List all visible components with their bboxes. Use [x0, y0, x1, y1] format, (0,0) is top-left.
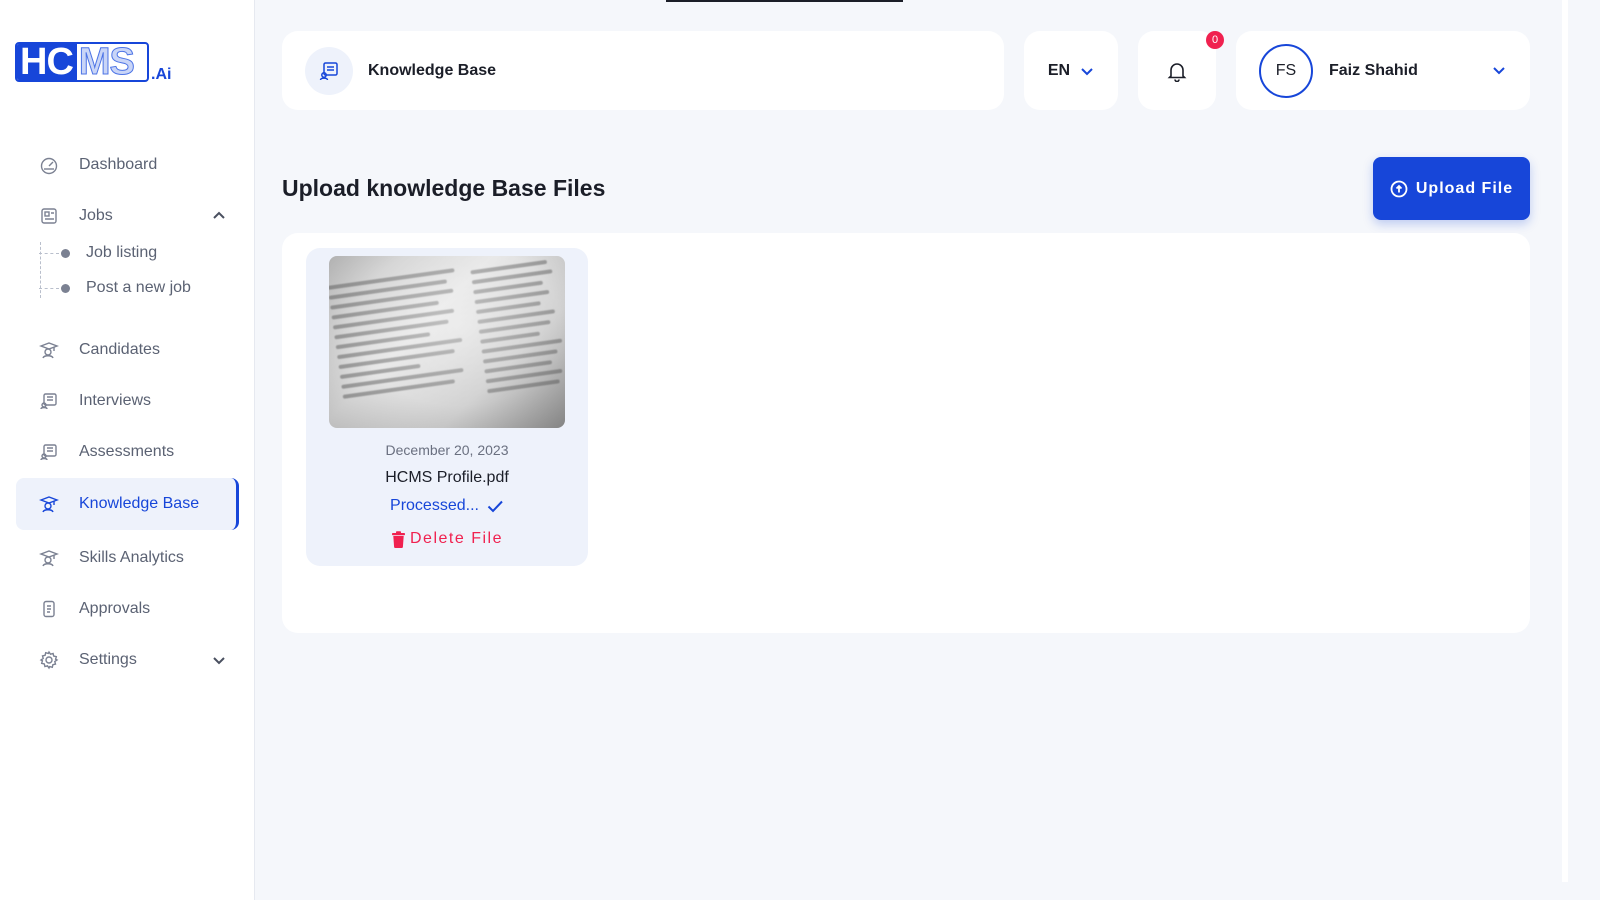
notifications-button[interactable]	[1138, 31, 1216, 110]
avatar: FS	[1259, 43, 1313, 98]
sidebar: HC MS .Ai Dashboard Jobs Job listing Pos…	[0, 0, 255, 900]
logo-suffix: .Ai	[151, 66, 172, 83]
logo-box: HC MS	[15, 42, 149, 82]
assessments-icon	[38, 441, 60, 463]
connector-dash	[39, 287, 59, 289]
thumbnail-vignette	[329, 256, 565, 428]
top-progress-line	[666, 0, 903, 2]
language-selector[interactable]: EN	[1024, 31, 1118, 110]
file-status: Processed...	[306, 497, 588, 515]
checkmark-icon	[487, 500, 503, 513]
header-icon-circle	[305, 46, 353, 95]
sidebar-item-label: Assessments	[79, 443, 175, 460]
knowledge-base-icon	[38, 493, 60, 515]
file-name: HCMS Profile.pdf	[385, 469, 509, 486]
delete-file-button[interactable]: Delete File	[306, 530, 588, 548]
sidebar-item-interviews[interactable]: Interviews	[16, 375, 239, 427]
sidebar-item-approvals[interactable]: Approvals	[16, 583, 239, 635]
sidebar-item-label: Jobs	[79, 207, 113, 224]
bullet-dot-icon	[61, 283, 70, 293]
hcms-logo[interactable]: HC MS .Ai	[15, 42, 172, 83]
interviews-icon	[38, 390, 60, 412]
approvals-icon	[38, 598, 60, 620]
user-name: Faiz Shahid	[1329, 61, 1418, 79]
connector-dash	[39, 252, 59, 254]
skills-analytics-icon	[38, 547, 60, 569]
page-header: Knowledge Base	[282, 31, 1004, 110]
sidebar-item-skills-analytics[interactable]: Skills Analytics	[16, 532, 239, 584]
upload-icon	[1390, 180, 1408, 197]
logo-text-hc: HC	[17, 44, 77, 80]
sidebar-item-assessments[interactable]: Assessments	[16, 426, 239, 478]
sidebar-item-label: Skills Analytics	[79, 549, 184, 566]
chevron-down-icon	[211, 652, 227, 668]
dashboard-icon	[38, 154, 60, 176]
delete-file-label: Delete File	[410, 530, 503, 547]
bell-icon	[1167, 62, 1187, 82]
sidebar-subitem-label: Post a new job	[86, 279, 191, 296]
scrollbar[interactable]	[1562, 0, 1568, 882]
jobs-icon	[38, 205, 60, 227]
language-code: EN	[1047, 61, 1071, 79]
sidebar-item-dashboard[interactable]: Dashboard	[16, 139, 239, 191]
upload-file-label: Upload File	[1415, 179, 1514, 197]
sidebar-item-settings[interactable]: Settings	[16, 634, 239, 686]
knowledge-base-icon	[319, 61, 338, 80]
bullet-dot-icon	[61, 248, 70, 258]
sidebar-subitem-post-job[interactable]: Post a new job	[39, 273, 191, 303]
sidebar-item-label: Approvals	[79, 600, 151, 617]
sidebar-item-label: Dashboard	[79, 156, 158, 173]
document-thumbnail[interactable]	[329, 256, 565, 428]
sidebar-subitem-job-listing[interactable]: Job listing	[39, 238, 157, 268]
sidebar-item-label: Interviews	[79, 392, 152, 409]
sidebar-item-jobs[interactable]: Jobs	[16, 190, 239, 242]
page-title: Upload knowledge Base Files	[282, 175, 606, 201]
sidebar-item-label: Settings	[79, 651, 137, 668]
chevron-down-icon	[1081, 67, 1093, 75]
page-header-title: Knowledge Base	[368, 61, 497, 79]
sidebar-item-label: Candidates	[79, 341, 160, 358]
file-date: December 20, 2023	[385, 442, 509, 458]
sidebar-item-knowledge-base[interactable]: Knowledge Base	[16, 478, 239, 530]
file-status-text: Processed...	[390, 497, 479, 514]
candidates-icon	[38, 339, 60, 361]
chevron-up-icon	[211, 208, 227, 224]
upload-file-button[interactable]: Upload File	[1373, 157, 1530, 220]
logo-text-ms: MS	[78, 42, 135, 82]
sidebar-subitem-label: Job listing	[86, 244, 158, 261]
chevron-down-icon	[1492, 63, 1506, 82]
notification-count-badge: 0	[1206, 31, 1224, 49]
sidebar-item-candidates[interactable]: Candidates	[16, 324, 239, 376]
gear-icon	[38, 649, 60, 671]
trash-icon	[392, 530, 405, 548]
sidebar-item-label: Knowledge Base	[79, 495, 200, 512]
user-menu[interactable]: FS Faiz Shahid	[1236, 31, 1530, 110]
